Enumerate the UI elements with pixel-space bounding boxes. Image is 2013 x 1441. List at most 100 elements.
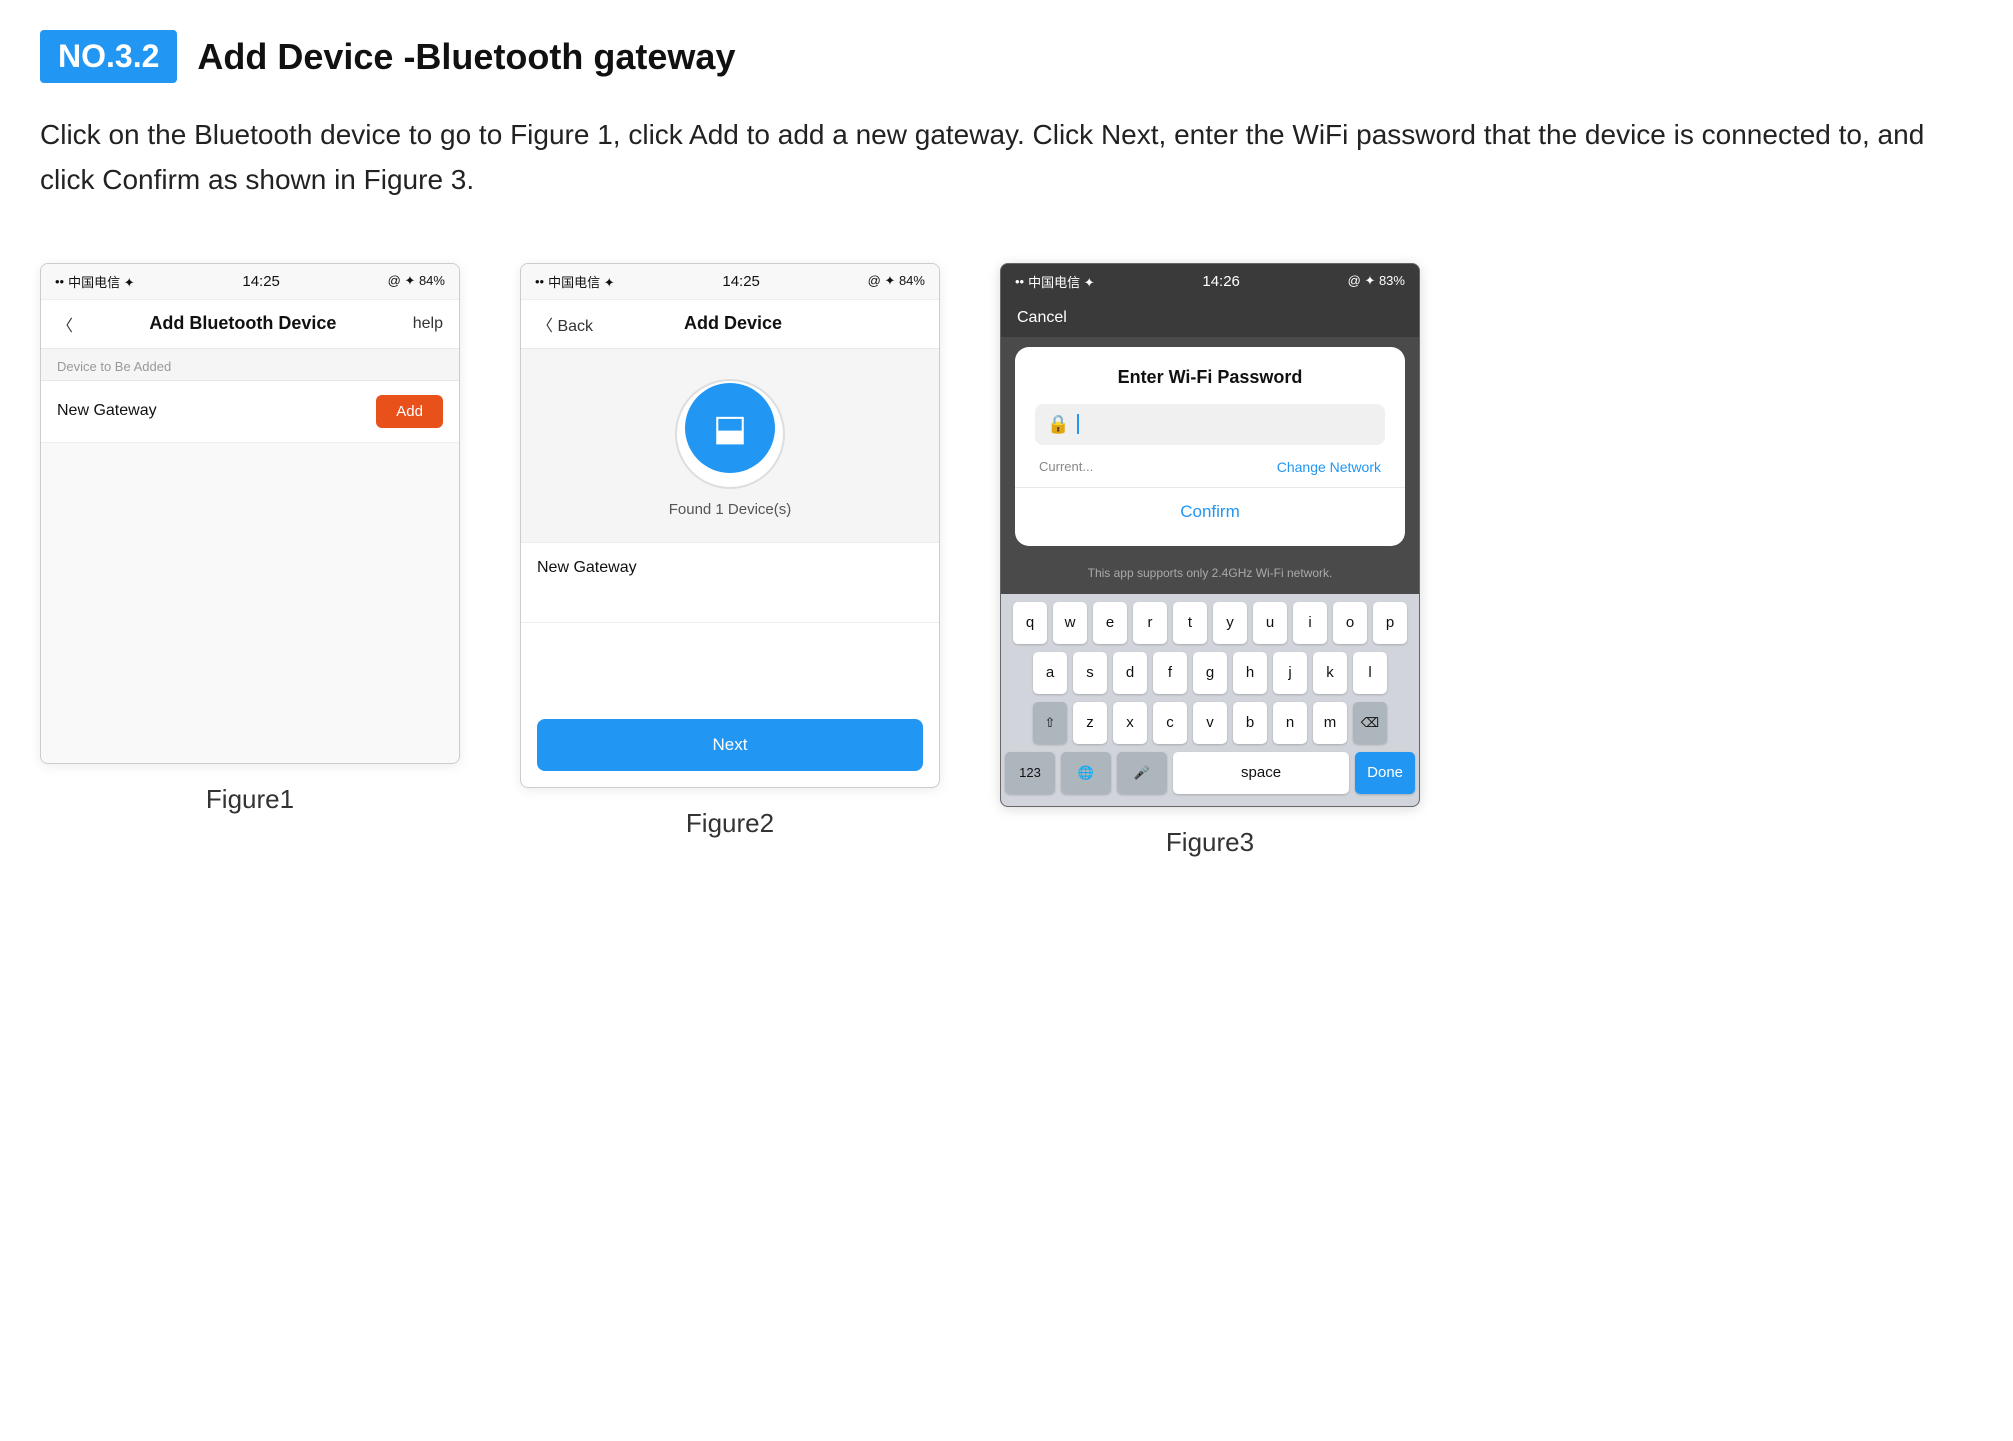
figure3-label: Figure3 (1166, 827, 1254, 858)
keyboard-bottom-row: 123 🌐 🎤 space Done (1005, 752, 1415, 794)
figure2-next-button[interactable]: Next (537, 719, 923, 771)
figure1-status-right: @ ✦ 84% (388, 273, 445, 289)
key-e[interactable]: e (1093, 602, 1127, 644)
page-title: Add Device -Bluetooth gateway (197, 36, 735, 78)
figure3-wrapper: •• 中国电信 ✦ 14:26 @ ✦ 83% Cancel Enter Wi-… (1000, 263, 1420, 858)
figure2-phone: •• 中国电信 ✦ 14:25 @ ✦ 84% 〈 Back Add Devic… (520, 263, 940, 788)
figure2-status-right: @ ✦ 84% (868, 273, 925, 289)
key-s[interactable]: s (1073, 652, 1107, 694)
signal-icon: •• (55, 274, 64, 289)
key-y[interactable]: y (1213, 602, 1247, 644)
key-mic[interactable]: 🎤 (1117, 752, 1167, 794)
figure3-cancel-bar: Cancel (1001, 299, 1419, 337)
bt-outer-circle: ⬓ (675, 379, 785, 489)
key-c[interactable]: c (1153, 702, 1187, 744)
key-i[interactable]: i (1293, 602, 1327, 644)
keyboard-row3: ⇧ z x c v b n m ⌫ (1005, 702, 1415, 744)
figure1-back-button[interactable]: 〈 (57, 312, 73, 336)
key-shift[interactable]: ⇧ (1033, 702, 1067, 744)
key-r[interactable]: r (1133, 602, 1167, 644)
figure2-wrapper: •• 中国电信 ✦ 14:25 @ ✦ 84% 〈 Back Add Devic… (520, 263, 940, 839)
figure1-device-name: New Gateway (57, 402, 157, 420)
keyboard-row1: q w e r t y u i o p (1005, 602, 1415, 644)
figure1-section-label: Device to Be Added (41, 349, 459, 381)
figure1-wrapper: •• 中国电信 ✦ 14:25 @ ✦ 84% 〈 Add Bluetooth … (40, 263, 460, 815)
page-description: Click on the Bluetooth device to go to F… (40, 113, 1940, 203)
figure1-device-row: New Gateway Add (41, 381, 459, 443)
figure1-phone: •• 中国电信 ✦ 14:25 @ ✦ 84% 〈 Add Bluetooth … (40, 263, 460, 764)
key-m[interactable]: m (1313, 702, 1347, 744)
figure3-time: 14:26 (1202, 273, 1240, 290)
keyboard-row2: a s d f g h j k l (1005, 652, 1415, 694)
figure1-label: Figure1 (206, 784, 294, 815)
key-g[interactable]: g (1193, 652, 1227, 694)
key-l[interactable]: l (1353, 652, 1387, 694)
figure2-device-item[interactable]: New Gateway (521, 543, 939, 623)
key-backspace[interactable]: ⌫ (1353, 702, 1387, 744)
figure3-modal-title: Enter Wi-Fi Password (1035, 367, 1385, 388)
signal-icon: •• (535, 274, 544, 289)
key-t[interactable]: t (1173, 602, 1207, 644)
figure1-empty-area (41, 443, 459, 763)
signal-icon: •• (1015, 274, 1024, 289)
key-n[interactable]: n (1273, 702, 1307, 744)
figure2-nav-bar: 〈 Back Add Device (521, 300, 939, 349)
figure2-back-button[interactable]: 〈 Back (537, 312, 593, 336)
figure3-status-right: @ ✦ 83% (1348, 273, 1405, 289)
figure2-status-left: •• 中国电信 ✦ (535, 272, 615, 291)
figure1-status-bar: •• 中国电信 ✦ 14:25 @ ✦ 84% (41, 264, 459, 300)
key-globe[interactable]: 🌐 (1061, 752, 1111, 794)
figure1-status-left: •• 中国电信 ✦ (55, 272, 135, 291)
figure2-spacer (521, 623, 939, 703)
figure3-status-left: •• 中国电信 ✦ (1015, 272, 1095, 291)
figure2-label: Figure2 (686, 808, 774, 839)
figure2-found-text: Found 1 Device(s) (669, 501, 792, 518)
figure2-status-bar: •• 中国电信 ✦ 14:25 @ ✦ 84% (521, 264, 939, 300)
text-cursor (1077, 414, 1079, 434)
figure3-wifi-note: This app supports only 2.4GHz Wi-Fi netw… (1001, 556, 1419, 594)
figure3-network-row: Current... Change Network (1035, 455, 1385, 487)
key-h[interactable]: h (1233, 652, 1267, 694)
key-f[interactable]: f (1153, 652, 1187, 694)
key-q[interactable]: q (1013, 602, 1047, 644)
bluetooth-icon: ⬓ (713, 407, 747, 449)
section-badge: NO.3.2 (40, 30, 177, 83)
figure3-wifi-modal: Enter Wi-Fi Password 🔒 Current... Change… (1015, 347, 1405, 546)
bt-inner-circle: ⬓ (685, 383, 775, 473)
figure3-confirm-button[interactable]: Confirm (1035, 488, 1385, 526)
page-header: NO.3.2 Add Device -Bluetooth gateway (40, 30, 1973, 83)
figure2-scan-area: ⬓ Found 1 Device(s) (521, 349, 939, 543)
key-v[interactable]: v (1193, 702, 1227, 744)
figure3-status-bar: •• 中国电信 ✦ 14:26 @ ✦ 83% (1001, 264, 1419, 299)
key-j[interactable]: j (1273, 652, 1307, 694)
figure1-time: 14:25 (242, 273, 280, 290)
figure2-device-name: New Gateway (537, 559, 637, 576)
figure1-nav-title: Add Bluetooth Device (149, 313, 336, 334)
figure1-help-button[interactable]: help (413, 315, 443, 333)
key-d[interactable]: d (1113, 652, 1147, 694)
figure3-phone: •• 中国电信 ✦ 14:26 @ ✦ 83% Cancel Enter Wi-… (1000, 263, 1420, 807)
figure3-keyboard: q w e r t y u i o p a s d f g (1001, 594, 1419, 806)
lock-icon: 🔒 (1047, 414, 1069, 435)
key-x[interactable]: x (1113, 702, 1147, 744)
key-u[interactable]: u (1253, 602, 1287, 644)
figure1-nav-bar: 〈 Add Bluetooth Device help (41, 300, 459, 349)
figure3-current-text: Current... (1039, 459, 1093, 474)
figure2-nav-title: Add Device (684, 313, 782, 334)
figure1-add-button[interactable]: Add (376, 395, 443, 428)
figures-row: •• 中国电信 ✦ 14:25 @ ✦ 84% 〈 Add Bluetooth … (40, 263, 1973, 858)
key-a[interactable]: a (1033, 652, 1067, 694)
figure3-change-network-button[interactable]: Change Network (1277, 459, 1381, 475)
key-w[interactable]: w (1053, 602, 1087, 644)
key-space[interactable]: space (1173, 752, 1349, 794)
key-123[interactable]: 123 (1005, 752, 1055, 794)
figure3-cancel-button[interactable]: Cancel (1017, 309, 1067, 326)
key-k[interactable]: k (1313, 652, 1347, 694)
key-p[interactable]: p (1373, 602, 1407, 644)
key-o[interactable]: o (1333, 602, 1367, 644)
figure2-time: 14:25 (722, 273, 760, 290)
key-z[interactable]: z (1073, 702, 1107, 744)
key-b[interactable]: b (1233, 702, 1267, 744)
figure3-password-input[interactable]: 🔒 (1035, 404, 1385, 445)
key-done[interactable]: Done (1355, 752, 1415, 794)
